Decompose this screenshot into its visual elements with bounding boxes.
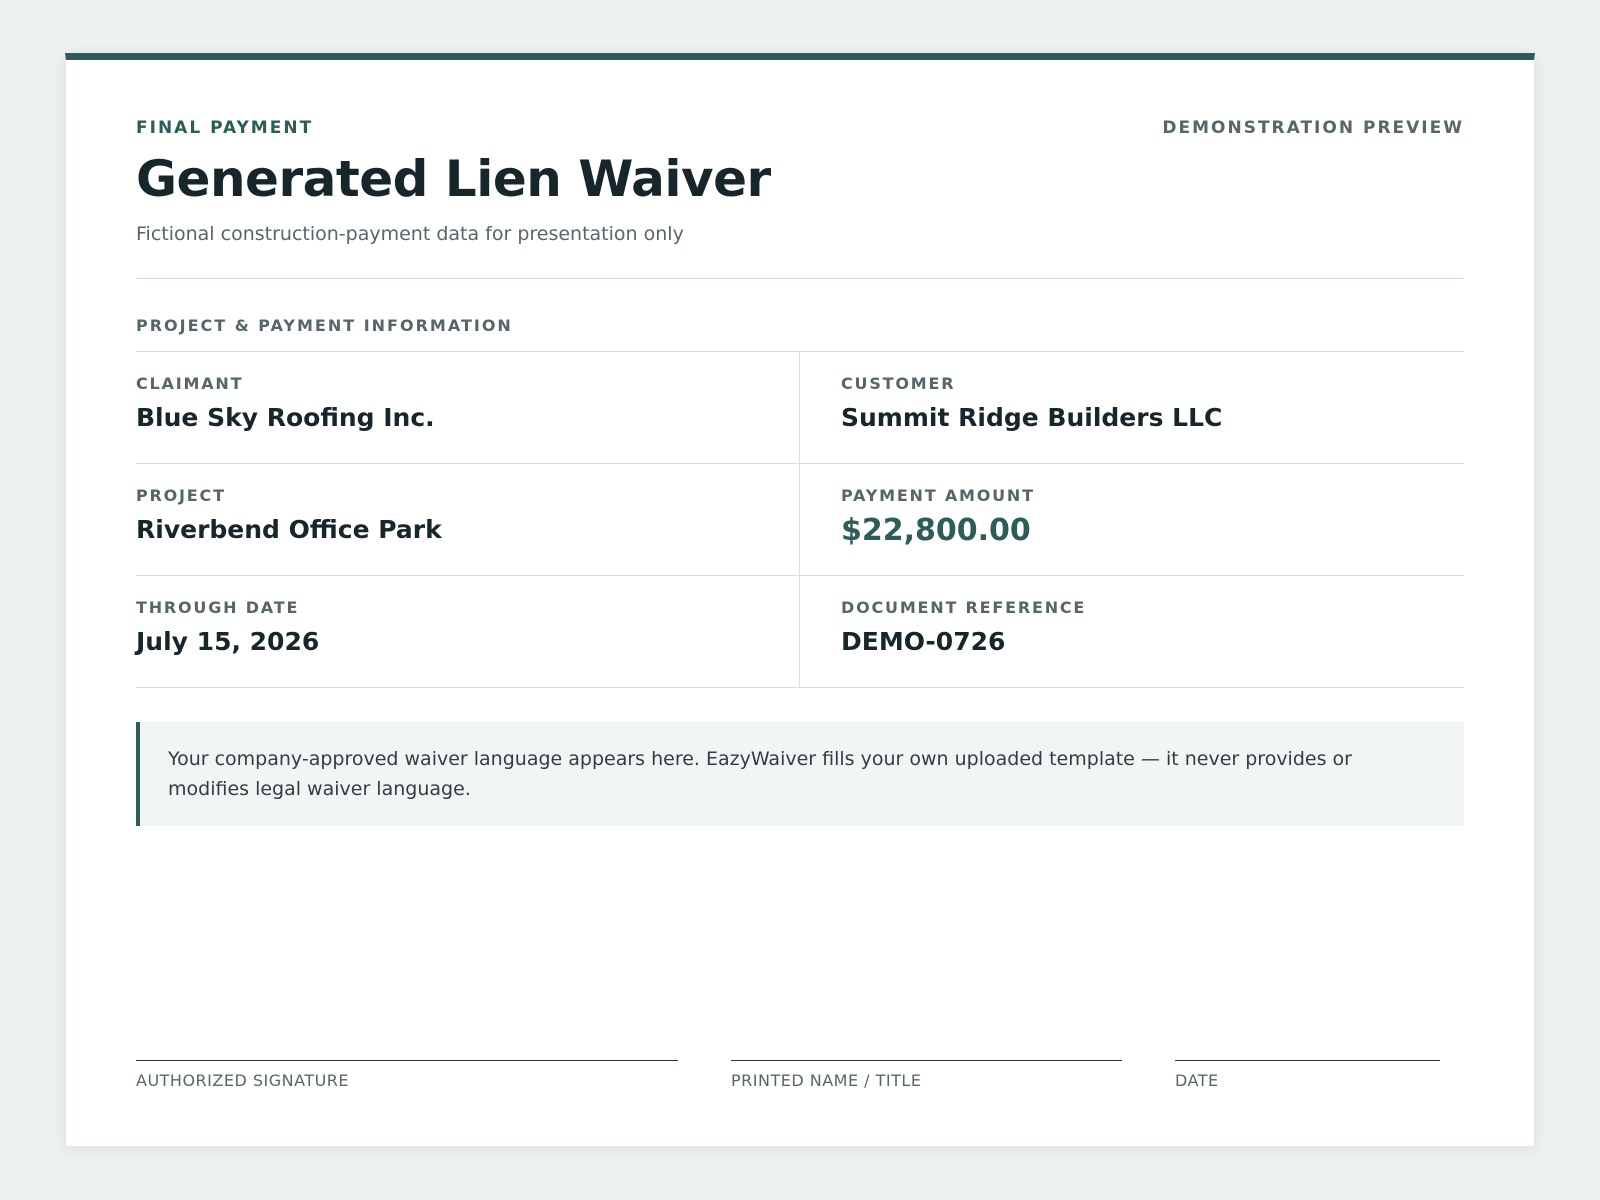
document-reference-label: DOCUMENT REFERENCE [841,598,1087,617]
through-date-cell: THROUGH DATE July 15, 2026 [136,576,800,688]
authorized-signature-label: AUTHORIZED SIGNATURE [136,1071,350,1090]
lien-waiver-document: FINAL PAYMENT DEMONSTRATION PREVIEW Gene… [65,53,1535,1147]
info-grid: CLAIMANT Blue Sky Roofing Inc. CUSTOMER … [136,351,1464,688]
date-line: DATE [1175,1060,1440,1090]
authorized-signature-line: AUTHORIZED SIGNATURE [136,1060,678,1090]
preview-tag: DEMONSTRATION PREVIEW [1162,118,1464,138]
claimant-cell: CLAIMANT Blue Sky Roofing Inc. [136,352,800,464]
printed-name-title-label: PRINTED NAME / TITLE [731,1071,922,1090]
project-label: PROJECT [136,486,226,505]
customer-label: CUSTOMER [841,374,956,393]
through-date-value: July 15, 2026 [136,627,320,656]
page-title: Generated Lien Waiver [136,150,771,208]
project-value: Riverbend Office Park [136,515,442,544]
document-reference-value: DEMO-0726 [841,627,1006,656]
date-label: DATE [1175,1071,1219,1090]
section-heading: PROJECT & PAYMENT INFORMATION [136,316,513,335]
page-subtitle: Fictional construction-payment data for … [136,223,684,245]
payment-amount-label: PAYMENT AMOUNT [841,486,1035,505]
document-body: FINAL PAYMENT DEMONSTRATION PREVIEW Gene… [136,60,1464,1146]
header-divider [136,278,1464,279]
document-reference-cell: DOCUMENT REFERENCE DEMO-0726 [800,576,1464,688]
waiver-language-notice: Your company-approved waiver language ap… [136,722,1464,826]
project-cell: PROJECT Riverbend Office Park [136,464,800,576]
claimant-label: CLAIMANT [136,374,244,393]
through-date-label: THROUGH DATE [136,598,300,617]
payment-amount-value: $22,800.00 [841,513,1031,548]
customer-value: Summit Ridge Builders LLC [841,403,1223,432]
payment-amount-cell: PAYMENT AMOUNT $22,800.00 [800,464,1464,576]
claimant-value: Blue Sky Roofing Inc. [136,403,435,432]
customer-cell: CUSTOMER Summit Ridge Builders LLC [800,352,1464,464]
document-type-label: FINAL PAYMENT [136,118,314,138]
printed-name-title-line: PRINTED NAME / TITLE [731,1060,1122,1090]
